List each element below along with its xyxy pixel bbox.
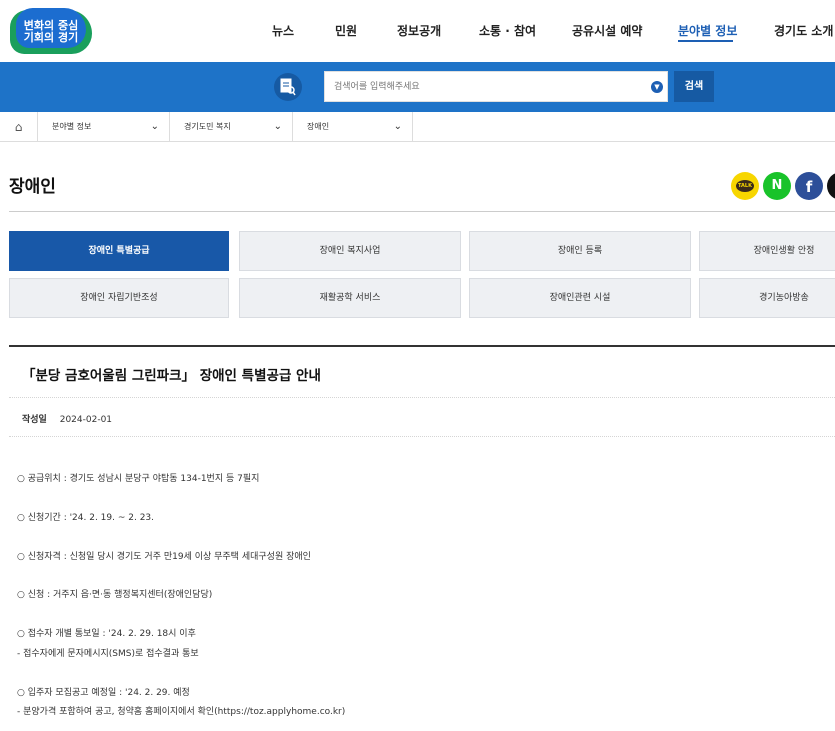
nav-item-facility-reservation[interactable]: 공유시설 예약 [572, 22, 642, 39]
nav-item-news[interactable]: 뉴스 [272, 22, 294, 39]
nav-item-civil[interactable]: 민원 [335, 22, 357, 39]
search-input[interactable] [324, 71, 668, 102]
kakaotalk-share-icon[interactable]: TALK [731, 172, 759, 200]
breadcrumb-label: 분야별 정보 [52, 122, 92, 131]
article-line: - 분양가격 포함하여 공고, 청약홈 홈페이지에서 확인(https://to… [17, 707, 346, 717]
tab-special-supply[interactable]: 장애인 특별공급 [9, 231, 229, 271]
tab-rehab-engineering[interactable]: 재활공학 서비스 [239, 278, 461, 318]
tab-deaf-broadcast[interactable]: 경기농아방송 [699, 278, 835, 318]
article-line: - 접수자에게 문자메시지(SMS)로 접수결과 통보 [17, 649, 199, 659]
article-line: ○ 접수자 개별 통보일 : '24. 2. 29. 18시 이후 [17, 629, 196, 639]
nav-item-info-disclosure[interactable]: 정보공개 [397, 22, 441, 39]
date-label: 작성일 [22, 415, 47, 425]
tab-welfare-project[interactable]: 장애인 복지사업 [239, 231, 461, 271]
nav-active-underline [678, 40, 733, 42]
breadcrumb-select-disabled[interactable]: 장애인 ⌄ [293, 112, 413, 142]
page-title: 장애인 [9, 177, 56, 197]
main-nav: 뉴스 민원 정보공개 소통 · 참여 공유시설 예약 분야별 정보 경기도 소개 [0, 22, 835, 42]
facebook-share-icon[interactable]: f [795, 172, 823, 200]
kakaotalk-label: TALK [736, 180, 754, 192]
breadcrumb-label: 경기도민 복지 [184, 122, 231, 131]
article-meta: 작성일 2024-02-01 [22, 412, 112, 425]
article-divider [9, 436, 835, 437]
tab-registration[interactable]: 장애인 등록 [469, 231, 691, 271]
home-icon[interactable]: ⌂ [0, 112, 38, 142]
tab-facilities[interactable]: 장애인관련 시설 [469, 278, 691, 318]
search-dropdown-icon[interactable]: ▼ [651, 81, 663, 93]
article-line: ○ 신청자격 : 신청일 당시 경기도 거주 만19세 이상 무주택 세대구성원… [17, 552, 311, 562]
article-line: ○ 신청기간 : '24. 2. 19. ~ 2. 23. [17, 513, 155, 523]
breadcrumb-select-welfare[interactable]: 경기도민 복지 ⌄ [170, 112, 293, 142]
site-header: 변화의 중심 기회의 경기 뉴스 민원 정보공개 소통 · 참여 공유시설 예약… [0, 0, 835, 62]
title-divider [9, 211, 835, 212]
article-line: ○ 입주자 모집공고 예정일 : '24. 2. 29. 예정 [17, 688, 190, 698]
nav-item-about[interactable]: 경기도 소개 [774, 22, 833, 39]
x-share-icon[interactable] [827, 172, 835, 200]
nav-item-field-info[interactable]: 분야별 정보 [678, 22, 737, 39]
article-line: ○ 공급위치 : 경기도 성남시 분당구 야탑동 134-1번지 등 7필지 [17, 474, 260, 484]
article-date: 2024-02-01 [59, 415, 113, 425]
article-divider [9, 397, 835, 398]
breadcrumb-select-field[interactable]: 분야별 정보 ⌄ [38, 112, 170, 142]
search-document-icon [274, 73, 302, 101]
nav-item-communication[interactable]: 소통 · 참여 [479, 22, 536, 39]
tab-living-stability[interactable]: 장애인생활 안정 [699, 231, 835, 271]
article-title: 「분당 금호어울림 그린파크」 장애인 특별공급 안내 [22, 368, 321, 384]
naver-share-icon[interactable]: N [763, 172, 791, 200]
chevron-down-icon: ⌄ [393, 121, 402, 132]
breadcrumb-label: 장애인 [307, 122, 330, 131]
article-top-border [9, 345, 835, 347]
search-button[interactable]: 검색 [674, 71, 714, 102]
search-bar: 검색 [0, 62, 835, 112]
article-line: ○ 신청 : 거주지 읍·면·동 행정복지센터(장애인담당) [17, 590, 213, 600]
chevron-down-icon: ⌄ [273, 121, 282, 132]
tab-independence[interactable]: 장애인 자립기반조성 [9, 278, 229, 318]
chevron-down-icon: ⌄ [150, 121, 159, 132]
breadcrumb: ⌂ 분야별 정보 ⌄ 경기도민 복지 ⌄ 장애인 ⌄ [0, 112, 835, 142]
